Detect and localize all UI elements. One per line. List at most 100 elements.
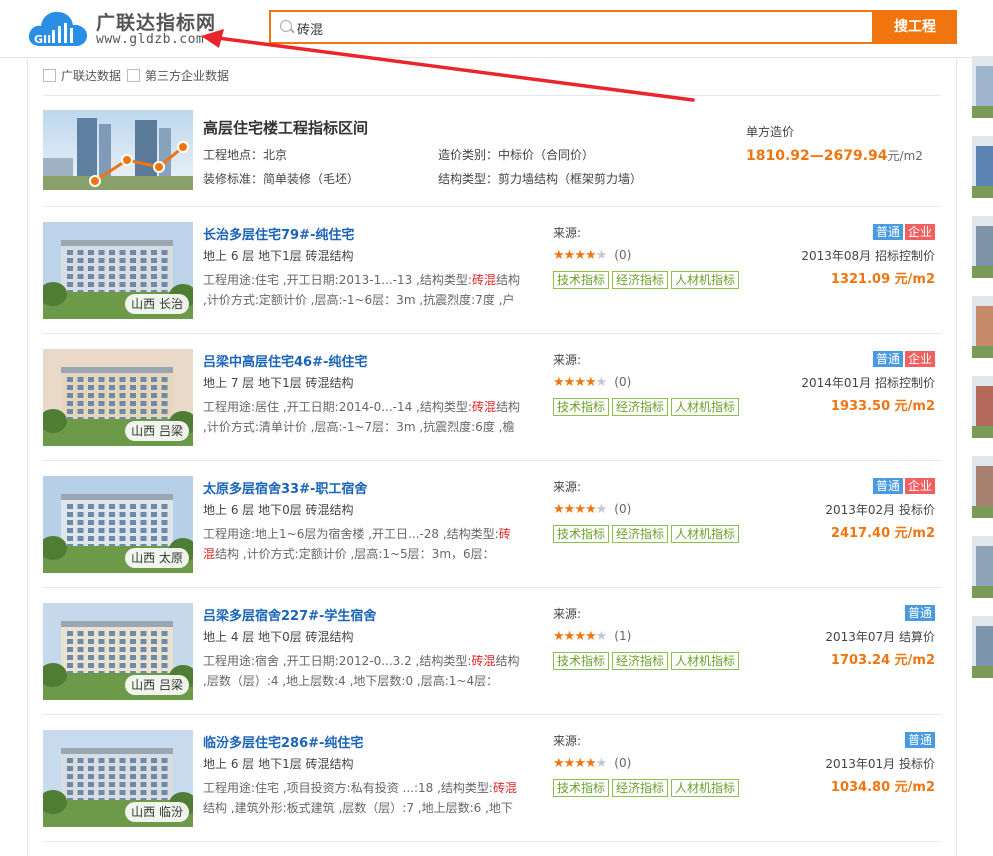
checkbox-icon[interactable] (127, 69, 140, 82)
indicator-tag[interactable]: 技术指标 (553, 271, 610, 289)
unit-price: 1703.24 元/m2 (830, 653, 935, 668)
star-icon: ★ (563, 248, 576, 263)
project-thumbnail[interactable]: 山西 临汾 (43, 730, 193, 827)
date-price-type: 2013年07月 结算价 (825, 630, 935, 644)
side-thumbnail[interactable] (972, 456, 993, 518)
project-floors: 地上 6 层 地下1层 砖混结构 (203, 249, 354, 263)
rating-stars: ★★★★★ (0) (553, 375, 631, 390)
star-icon: ★ (584, 375, 597, 390)
project-thumbnail[interactable]: 山西 吕梁 (43, 349, 193, 446)
project-description: 工程用途:住宅 ,开工日期:2013-1...-13 ,结构类型:砖混结构 ,计… (203, 273, 520, 307)
indicator-tags: 技术指标 经济指标 人材机指标 (553, 779, 742, 797)
main-content: 广联达数据 第三方企业数据 高层住宅楼工程指标区间 工程地点：北京 装修标准：简… (27, 58, 957, 856)
indicator-tag[interactable]: 技术指标 (553, 398, 610, 416)
location-label: 山西 长治 (125, 294, 189, 314)
side-thumbnail[interactable] (972, 56, 993, 118)
source-label: 来源: (553, 734, 582, 748)
featured-image[interactable] (43, 110, 193, 190)
result-item: 山西 吕梁 吕梁多层宿舍227#-学生宿舍 地上 4 层 地下0层 砖混结构 工… (43, 588, 941, 715)
unit-price: 1933.50 元/m2 (830, 399, 935, 414)
indicator-tags: 技术指标 经济指标 人材机指标 (553, 652, 742, 670)
star-icon: ★ (574, 248, 586, 263)
project-title-link[interactable]: 临汾多层住宅286#-纯住宅 (203, 732, 363, 751)
location-label: 山西 太原 (125, 548, 189, 568)
rating-count: (1) (614, 629, 632, 643)
project-description: 工程用途:地上1~6层为宿舍楼 ,开工日...-28 ,结构类型:砖混结构 ,计… (203, 527, 511, 561)
result-item: 山西 吕梁 吕梁中高层住宅46#-纯住宅 地上 7 层 地下1层 砖混结构 工程… (43, 334, 941, 461)
featured-title[interactable]: 高层住宅楼工程指标区间 (203, 117, 368, 138)
type-badge: 普通 (872, 351, 903, 367)
site-title: 广联达指标网 (96, 12, 217, 34)
location-label: 山西 吕梁 (125, 675, 189, 695)
project-description: 工程用途:居住 ,开工日期:2014-0...-14 ,结构类型:砖混结构 ,计… (203, 400, 520, 434)
indicator-tag[interactable]: 经济指标 (612, 652, 669, 670)
project-title-link[interactable]: 吕梁中高层住宅46#-纯住宅 (203, 351, 367, 370)
search-box[interactable] (269, 10, 874, 44)
side-thumbnail[interactable] (972, 296, 993, 358)
star-icon: ★ (553, 248, 565, 263)
star-icon: ★ (595, 629, 608, 644)
side-thumbnail[interactable] (972, 136, 993, 198)
indicator-tag[interactable]: 经济指标 (612, 398, 669, 416)
indicator-tag[interactable]: 技术指标 (553, 779, 610, 797)
date-price-type: 2013年02月 投标价 (825, 503, 935, 517)
project-title-link[interactable]: 太原多层宿舍33#-职工宿舍 (203, 478, 367, 497)
indicator-tag[interactable]: 经济指标 (612, 525, 669, 543)
indicator-tag[interactable]: 人材机指标 (671, 271, 740, 289)
indicator-tag[interactable]: 经济指标 (612, 779, 669, 797)
indicator-tag[interactable]: 技术指标 (553, 652, 610, 670)
date-price-type: 2014年01月 招标控制价 (801, 376, 935, 390)
side-thumbnail[interactable] (972, 216, 993, 278)
search-input[interactable] (297, 17, 857, 39)
type-badge: 普通 (872, 224, 903, 240)
badges: 普通 (903, 605, 935, 621)
result-item: 山西 太原 太原多层宿舍33#-职工宿舍 地上 6 层 地下0层 砖混结构 工程… (43, 461, 941, 588)
result-item: 山西 长治 长治多层住宅79#-纯住宅 地上 6 层 地下1层 砖混结构 工程用… (43, 207, 941, 334)
project-floors: 地上 6 层 地下0层 砖混结构 (203, 503, 354, 517)
indicator-tag[interactable]: 经济指标 (612, 271, 669, 289)
star-icon: ★ (595, 248, 608, 263)
project-thumbnail[interactable]: 山西 吕梁 (43, 603, 193, 700)
project-title-link[interactable]: 长治多层住宅79#-纯住宅 (203, 224, 354, 243)
featured-price-type: 造价类别：中标价（合同价） (438, 148, 595, 162)
star-icon: ★ (574, 375, 586, 390)
indicator-tag[interactable]: 人材机指标 (671, 652, 740, 670)
star-icon: ★ (595, 756, 608, 771)
site-url: www.gldzb.com (96, 32, 205, 47)
filter-third-party-data[interactable]: 第三方企业数据 (127, 67, 229, 85)
search-button[interactable]: 搜工程 (873, 10, 957, 44)
indicator-tag[interactable]: 人材机指标 (671, 398, 740, 416)
star-icon: ★ (584, 248, 597, 263)
indicator-tag[interactable]: 人材机指标 (671, 779, 740, 797)
star-icon: ★ (574, 756, 586, 771)
cloud-logo-icon: GIII (28, 11, 88, 46)
featured-price-label: 单方造价 (746, 125, 795, 139)
side-thumbnail[interactable] (972, 616, 993, 678)
indicator-tag[interactable]: 技术指标 (553, 525, 610, 543)
rating-stars: ★★★★★ (0) (553, 502, 631, 517)
rating-stars: ★★★★★ (1) (553, 629, 631, 644)
checkbox-icon[interactable] (43, 69, 56, 82)
filter-glodon-data[interactable]: 广联达数据 (43, 67, 121, 85)
star-icon: ★ (584, 756, 597, 771)
badges: 普通 (903, 732, 935, 748)
badges: 普通 企业 (871, 351, 935, 367)
project-thumbnail[interactable]: 山西 太原 (43, 476, 193, 573)
source-label: 来源: (553, 226, 582, 240)
star-icon: ★ (563, 502, 576, 517)
rating-stars: ★★★★★ (0) (553, 248, 631, 263)
featured-decoration: 装修标准：简单装修（毛坯） (203, 172, 360, 186)
type-badge: 普通 (904, 605, 935, 621)
indicator-tags: 技术指标 经济指标 人材机指标 (553, 525, 742, 543)
rating-count: (0) (614, 248, 632, 262)
project-thumbnail[interactable]: 山西 长治 (43, 222, 193, 319)
star-icon: ★ (584, 502, 597, 517)
featured-structure: 结构类型：剪力墙结构（框架剪力墙） (438, 172, 643, 186)
indicator-tag[interactable]: 人材机指标 (671, 525, 740, 543)
rating-count: (0) (614, 502, 632, 516)
star-icon: ★ (553, 375, 565, 390)
side-thumbnail[interactable] (972, 536, 993, 598)
side-thumbnail[interactable] (972, 376, 993, 438)
project-title-link[interactable]: 吕梁多层宿舍227#-学生宿舍 (203, 605, 376, 624)
site-logo[interactable]: GIII 广联达指标网 www.gldzb.com (26, 6, 216, 50)
